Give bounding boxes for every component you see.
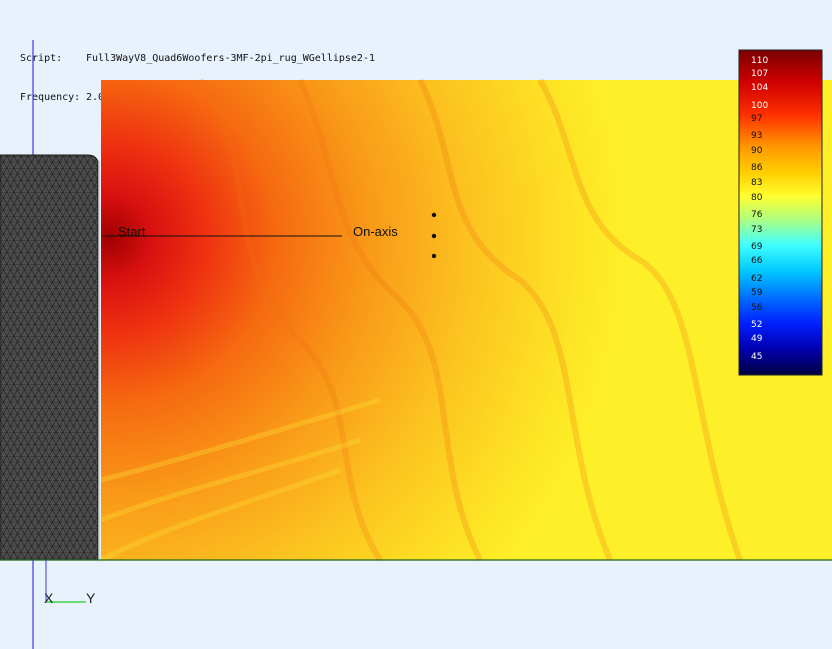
legend-tick-label: 73 xyxy=(751,225,763,235)
legend-tick-label: 104 xyxy=(751,83,769,93)
legend-tick-label: 107 xyxy=(751,69,769,79)
legend-tick-label: 97 xyxy=(751,114,763,124)
legend-tick-label: 69 xyxy=(751,242,763,252)
legend-tick-label: 90 xyxy=(751,146,763,156)
legend-tick-label: 45 xyxy=(751,352,763,362)
legend-tick-label: 59 xyxy=(751,288,763,298)
spl-heatmap xyxy=(101,80,832,560)
legend-tick-label: 93 xyxy=(751,131,763,141)
legend-tick-label: 100 xyxy=(751,101,769,111)
start-label: Start xyxy=(118,224,146,239)
legend-tick-label: 62 xyxy=(751,274,763,284)
legend-tick-label: 80 xyxy=(751,193,763,203)
speaker-baffle-mesh xyxy=(0,154,99,561)
legend-tick-label: 66 xyxy=(751,256,763,266)
legend-tick-label: 86 xyxy=(751,163,763,173)
legend-tick-label: 52 xyxy=(751,320,763,330)
legend-tick-label: 110 xyxy=(751,56,769,66)
onaxis-label: On-axis xyxy=(353,224,398,239)
simulation-viewport[interactable]: Start On-axis xyxy=(0,0,832,649)
legend-tick-label: 83 xyxy=(751,178,763,188)
spl-legend: 110 107 104 100 97 93 90 86 83 80 76 73 69 66 62 59 56 52… xyxy=(739,50,822,375)
legend-tick-label: 56 xyxy=(751,303,763,313)
axis-x-label: X xyxy=(44,590,54,606)
legend-tick-label: 49 xyxy=(751,334,763,344)
measurement-point xyxy=(431,212,437,218)
measurement-point xyxy=(431,233,437,239)
axis-y-label: Y xyxy=(86,590,96,606)
legend-tick-label: 76 xyxy=(751,210,763,220)
measurement-point xyxy=(431,253,437,259)
axes-gizmo: X Y xyxy=(40,560,110,610)
